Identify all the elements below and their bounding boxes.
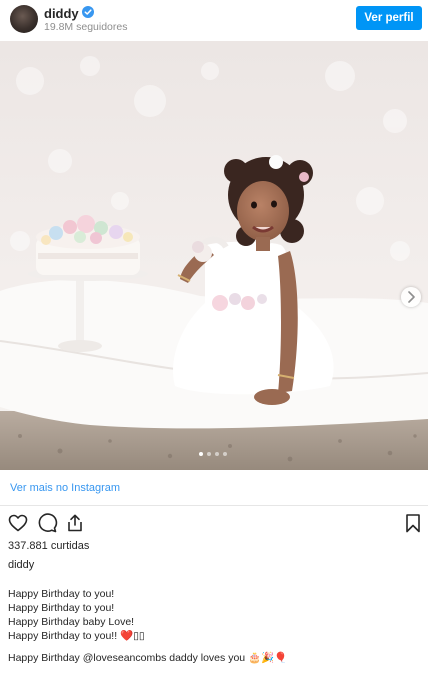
carousel-dot — [207, 452, 211, 456]
bookmark-icon[interactable] — [402, 512, 424, 534]
carousel-dot — [223, 452, 227, 456]
post-image — [0, 41, 428, 470]
avatar[interactable] — [10, 5, 38, 33]
comment-icon[interactable] — [36, 512, 58, 534]
share-icon[interactable] — [64, 512, 86, 534]
action-bar — [0, 512, 428, 534]
caption-line: Happy Birthday to you!! ❤️▯▯ — [8, 630, 145, 642]
heart-icon[interactable] — [7, 512, 29, 534]
carousel-dot — [215, 452, 219, 456]
caption-username[interactable]: diddy — [8, 559, 34, 571]
post-header: diddy 19.8M seguidores Ver perfil — [0, 0, 428, 38]
carousel-indicator — [199, 452, 227, 458]
caption-line: Happy Birthday baby Love! — [8, 616, 135, 628]
follower-count: 19.8M seguidores — [44, 21, 128, 33]
chevron-right-icon — [408, 291, 415, 303]
caption-line: Happy Birthday @loveseancombs daddy love… — [8, 652, 288, 664]
verified-badge-icon — [82, 6, 94, 18]
next-slide-button[interactable] — [401, 287, 421, 307]
divider — [0, 505, 428, 506]
view-profile-button[interactable]: Ver perfil — [356, 6, 422, 30]
caption-line — [8, 643, 287, 651]
carousel-dot — [199, 452, 203, 456]
username[interactable]: diddy — [44, 6, 79, 21]
post-photo[interactable] — [0, 41, 428, 470]
like-count: 337.881 curtidas — [8, 540, 90, 552]
caption-line: Happy Birthday to you! — [8, 602, 115, 614]
view-more-on-instagram-link[interactable]: Ver mais no Instagram — [10, 482, 120, 494]
caption-line: Happy Birthday to you! — [8, 588, 115, 600]
caption-text: Happy Birthday to you! Happy Birthday to… — [8, 587, 287, 665]
